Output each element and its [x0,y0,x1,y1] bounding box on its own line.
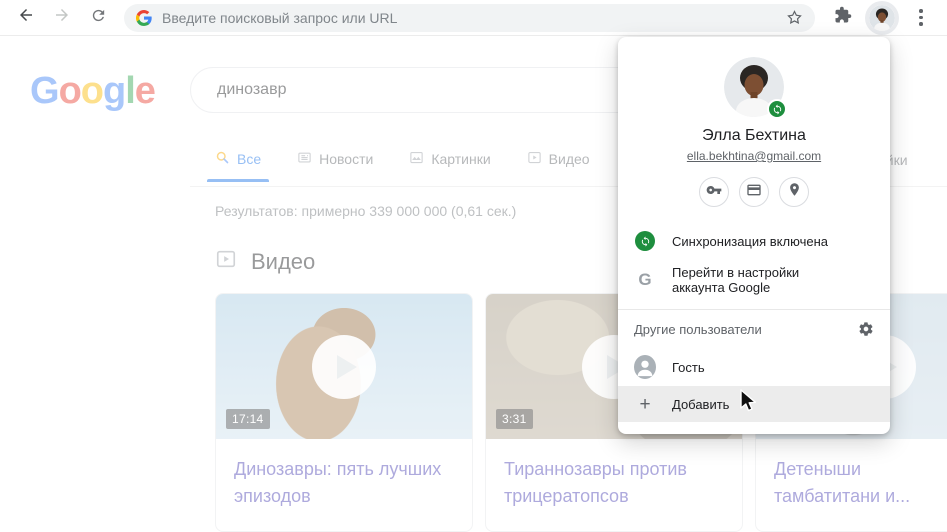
credit-card-icon [746,182,762,203]
video-duration-badge: 3:31 [496,409,533,429]
video-title-link[interactable]: Динозавры: пять лучших эпизодов [216,439,472,527]
guest-label: Гость [672,360,705,375]
account-settings-item[interactable]: G Перейти в настройки аккаунта Google [618,259,890,301]
payments-button[interactable] [739,177,769,207]
profile-avatar-button[interactable] [869,5,895,31]
magnifier-icon [215,150,230,168]
profile-menu-items: Синхронизация включена G Перейти в настр… [618,223,890,301]
addresses-button[interactable] [779,177,809,207]
play-box-icon [215,248,237,276]
profile-menu: Элла Бехтина ella.bekhtina@gmail.com [618,37,890,434]
manage-users-gear-button[interactable] [858,321,874,337]
video-thumbnail[interactable]: 17:14 [216,294,472,439]
other-users-header: Другие пользователи [618,310,890,348]
tab-images[interactable]: Картинки [409,150,490,182]
result-tabs: Все Новости Картинки Видео [215,150,590,182]
browser-menu-button[interactable] [907,4,935,32]
back-arrow-icon [17,6,35,29]
video-duration-badge: 17:14 [226,409,270,429]
play-button-icon[interactable] [312,335,376,399]
google-g-icon: G [638,270,651,290]
tab-videos[interactable]: Видео [527,150,590,182]
guest-person-icon [634,355,656,379]
reload-icon [90,7,107,29]
account-settings-label: Перейти в настройки аккаунта Google [672,259,830,301]
mouse-cursor [736,388,760,419]
videos-section-header: Видео [215,248,315,276]
videos-section-title: Видео [251,249,315,275]
plus-icon: + [639,395,650,414]
address-input[interactable] [162,10,786,26]
bookmark-star-icon[interactable] [786,9,803,26]
results-stats: Результатов: примерно 339 000 000 (0,61 … [215,203,516,219]
back-button[interactable] [12,4,40,32]
avatar [869,5,895,31]
location-pin-icon [787,182,802,202]
video-title-link[interactable]: Тираннозавры против трицератопсов [486,439,742,527]
sync-icon [635,231,655,251]
newspaper-icon [297,150,312,168]
play-icon [527,150,542,168]
tab-news[interactable]: Новости [297,150,373,182]
browser-toolbar [0,0,947,36]
key-icon [706,182,722,203]
reload-button[interactable] [84,4,112,32]
add-label: Добавить [672,397,729,412]
guest-item[interactable]: Гость [618,348,890,386]
forward-button[interactable] [48,4,76,32]
profile-email-link[interactable]: ella.bekhtina@gmail.com [618,149,890,163]
video-title-link[interactable]: Детеныши тамбатитани и... [756,439,932,527]
sync-badge-icon [767,99,787,119]
address-bar[interactable] [124,4,815,32]
profile-avatar-large [724,57,784,117]
passwords-button[interactable] [699,177,729,207]
tab-all[interactable]: Все [215,150,261,182]
video-card[interactable]: 17:14 Динозавры: пять лучших эпизодов [215,293,473,532]
search-query: динозавр [217,81,286,99]
google-logo: Google [30,70,155,113]
sync-status-item[interactable]: Синхронизация включена [618,223,890,259]
other-users-label: Другие пользователи [634,322,762,337]
kebab-menu-icon [919,9,923,26]
extensions-puzzle-icon [834,6,852,29]
google-g-icon [136,10,152,26]
sync-status-label: Синхронизация включена [672,234,828,249]
profile-name: Элла Бехтина [618,127,890,145]
forward-arrow-icon [53,6,71,29]
extensions-button[interactable] [829,4,857,32]
photo-icon [409,150,424,168]
profile-shortcuts [618,177,890,207]
